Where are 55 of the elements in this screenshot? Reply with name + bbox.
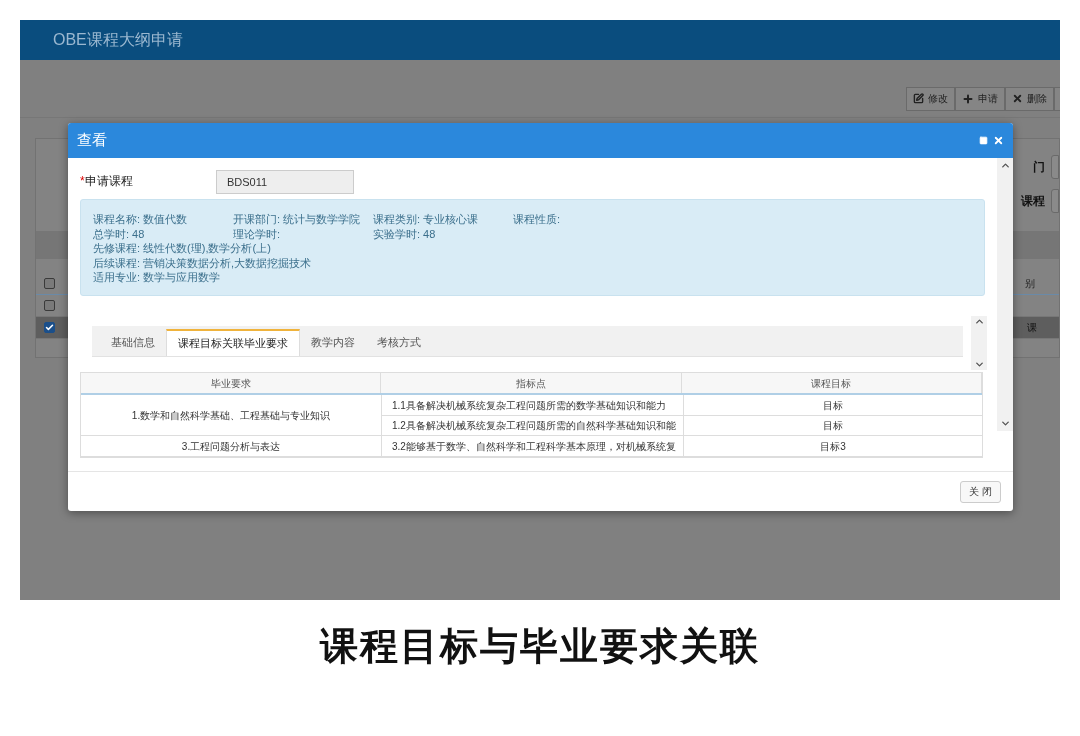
checkbox[interactable] [44,278,55,289]
column-header: 指标点 [381,373,682,393]
scroll-down-icon[interactable] [973,359,985,370]
info-text: 开课部门: 统计与数学学院 [233,212,362,227]
table-cell: 1.1具备解决机械系统复杂工程问题所需的数学基础知识和能力 [382,395,684,415]
table-cell: 1.数学和自然科学基础、工程基础与专业知识 [81,395,382,435]
caption: 课程目标与毕业要求关联 [320,623,760,670]
info-text: 适用专业: 数学与应用数学 [93,271,221,283]
filter-label: 门 [1033,159,1045,176]
tab[interactable]: 课程目标关联毕业要求 [166,329,300,356]
toolbar-button[interactable]: 申请 [955,86,1005,111]
scroll-up-icon[interactable] [973,316,985,327]
table-cell-text: 目标 [822,398,844,413]
scroll-down-icon[interactable] [999,418,1011,429]
info-text: 总学时: 48 [93,226,146,241]
table-cell: 1.2具备解决机械系统复杂工程问题所需的自然科学基础知识和能 [382,416,684,435]
table-cell-text: 课 [1027,321,1037,335]
info-text: 后续课程: 营销决策数据分析,大数据挖掘技术 [93,256,312,269]
info-text: 课程类别: 专业核心课 [373,212,480,227]
scrollbar[interactable] [997,158,1013,431]
tab[interactable]: 基础信息 [100,329,166,356]
info-text: 先修课程: 线性代数(理),数学分析(上) [93,242,271,254]
close-icon [1012,93,1023,104]
table-cell: 3.工程问题分析与表达 [81,436,382,456]
info-text: 实验学时: 48 [373,226,437,241]
table-cell-text: 目标 [822,419,844,433]
info-text: 课程性质: [513,212,562,227]
table-cell: 3.2能够基于数学、自然科学和工程科学基本原理，对机械系统复 [382,436,684,456]
column-header: 课程目标 [681,373,982,393]
field-label: 申请课程 [84,173,133,190]
tab[interactable]: 考核方式 [366,329,432,356]
info-text: 课程名称: 数值代数 [93,212,189,227]
required-mark: * [80,173,85,190]
dialog-title: 查看 [77,130,107,151]
plus-icon [962,92,974,105]
toolbar-button[interactable]: 修改 [906,86,955,111]
filter-field[interactable] [1051,189,1059,213]
scroll-up-icon[interactable] [999,160,1011,171]
scrollbar[interactable] [971,316,987,370]
edit-icon [913,93,924,104]
column-header: 毕业要求 [81,373,382,393]
course-code-field[interactable]: BDS011 [216,170,354,194]
tab[interactable]: 教学内容 [300,329,366,356]
filter-field[interactable] [1051,155,1059,179]
app-title: OBE课程大纲申请 [53,30,183,50]
close-button[interactable]: 关 闭 [960,480,1001,503]
table-cell-text: 目标3 [819,439,847,454]
close-icon[interactable] [993,135,1004,146]
toolbar-button[interactable]: 删除 [1005,86,1054,111]
maximize-icon[interactable] [979,136,988,145]
info-text: 理论学时: [233,226,282,241]
checkbox[interactable] [44,322,55,333]
filter-label: 课程 [1021,193,1045,210]
column-header: 别 [1025,277,1035,291]
checkbox[interactable] [44,300,55,311]
